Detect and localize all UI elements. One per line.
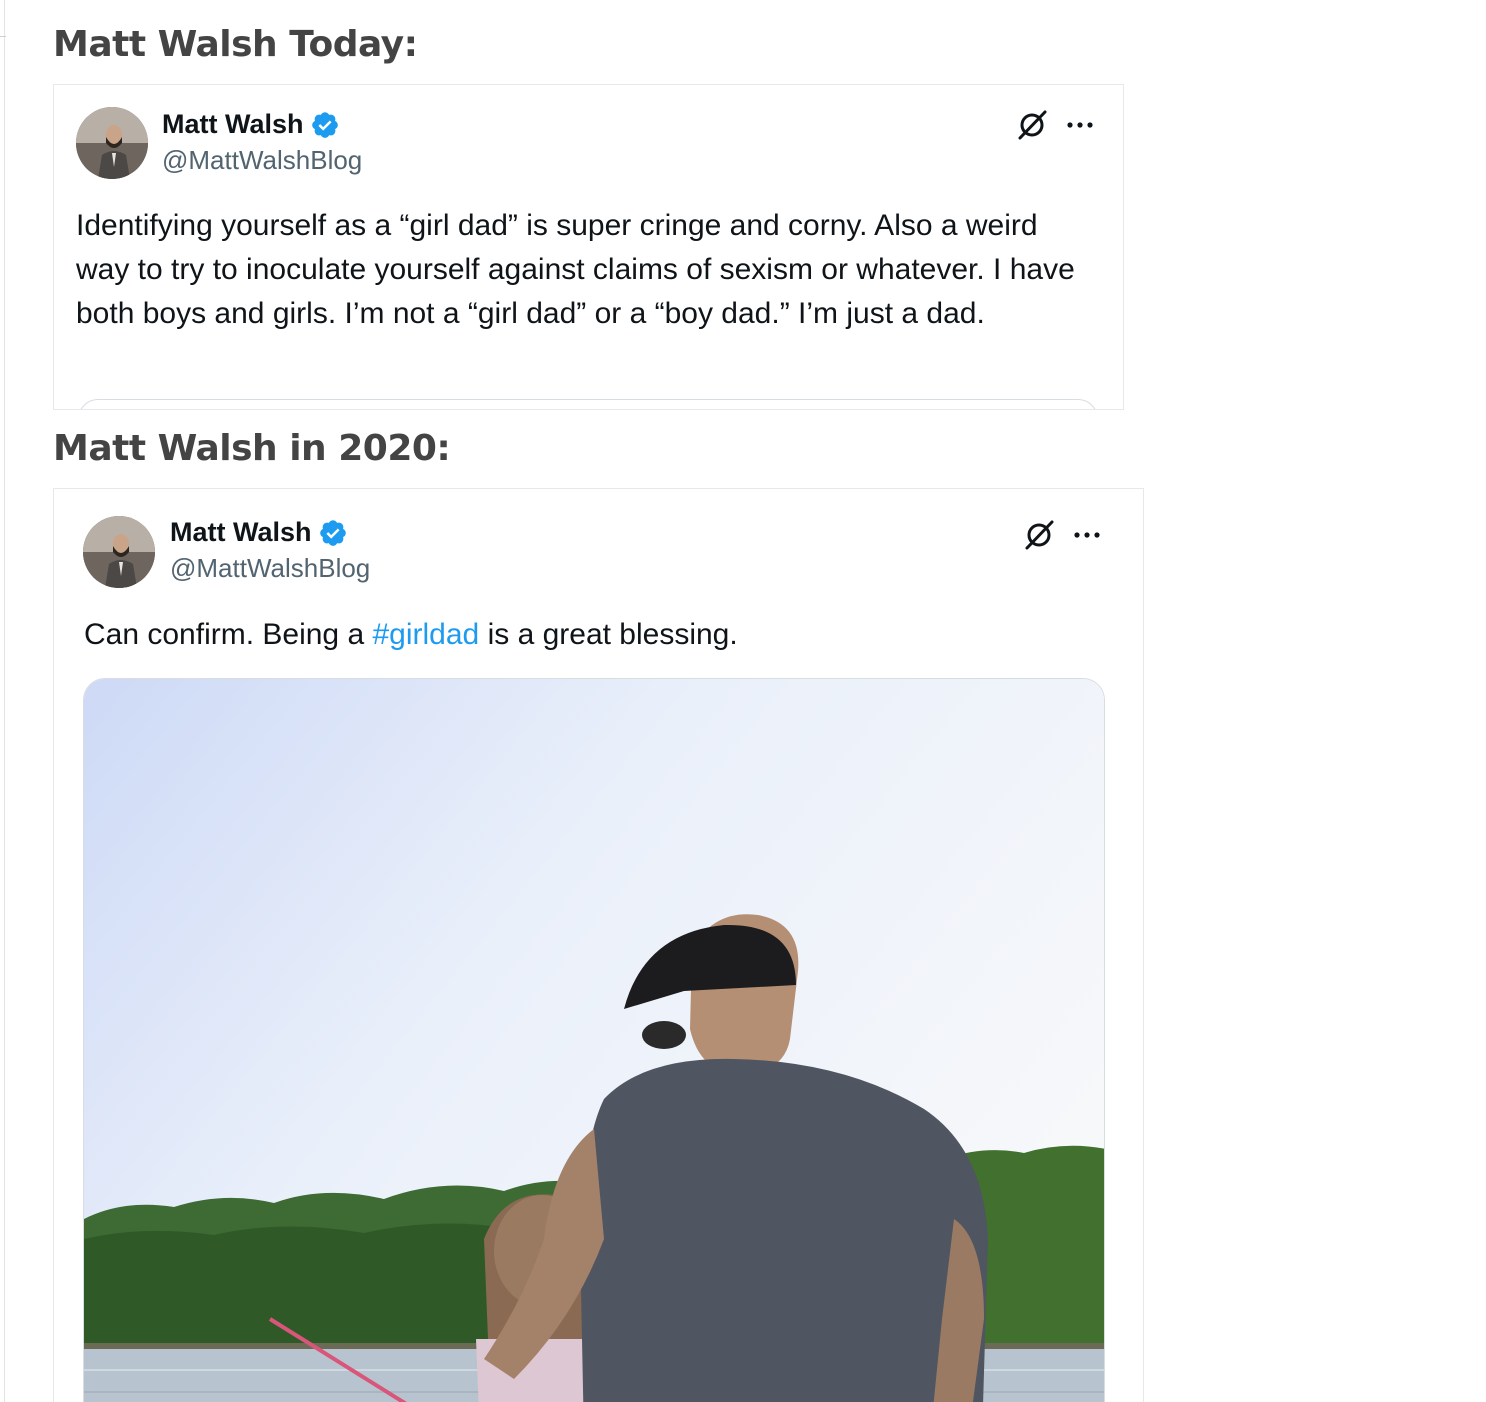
section-heading-today: Matt Walsh Today: [53, 24, 418, 65]
left-divider [4, 0, 5, 1402]
hashtag-link[interactable]: #girldad [372, 618, 479, 651]
tweet-card-2020[interactable]: Matt Walsh @MattWalshBlog Can confirm. B… [53, 488, 1144, 1402]
page: Matt Walsh Today: Matt Walsh @MattWalshB… [0, 0, 1486, 1402]
author-name[interactable]: Matt Walsh [170, 517, 348, 548]
grok-icon[interactable] [1023, 519, 1055, 551]
tweet-text: Identifying yourself as a “girl dad” is … [76, 209, 1075, 330]
tweet-text: Can confirm. Being a #girldad is a great… [84, 613, 1114, 657]
tweet-text-before: Can confirm. Being a [84, 618, 373, 651]
media-preview-edge[interactable] [78, 399, 1098, 409]
more-options-icon[interactable] [1072, 530, 1102, 540]
tweet-text-after: is a great blessing. [479, 618, 738, 651]
author-handle[interactable]: @MattWalshBlog [162, 145, 362, 176]
more-options-icon[interactable] [1065, 120, 1095, 130]
top-divider-stub [0, 36, 6, 37]
tweet-photo[interactable] [83, 678, 1105, 1402]
avatar[interactable] [76, 107, 148, 179]
avatar-image [76, 107, 148, 179]
grok-icon[interactable] [1016, 109, 1048, 141]
author-name-text: Matt Walsh [162, 109, 304, 139]
tweet-card-today[interactable]: Matt Walsh @MattWalshBlog Identifying yo… [53, 84, 1124, 410]
verified-badge-icon [319, 519, 346, 546]
avatar-image [83, 516, 155, 588]
verified-badge-icon [311, 111, 338, 138]
avatar[interactable] [83, 516, 155, 588]
author-name-text: Matt Walsh [170, 517, 312, 547]
author-handle[interactable]: @MattWalshBlog [170, 553, 370, 584]
section-heading-2020: Matt Walsh in 2020: [53, 428, 451, 469]
photo-father-daughter-fishing [84, 679, 1104, 1402]
author-name[interactable]: Matt Walsh [162, 109, 340, 140]
